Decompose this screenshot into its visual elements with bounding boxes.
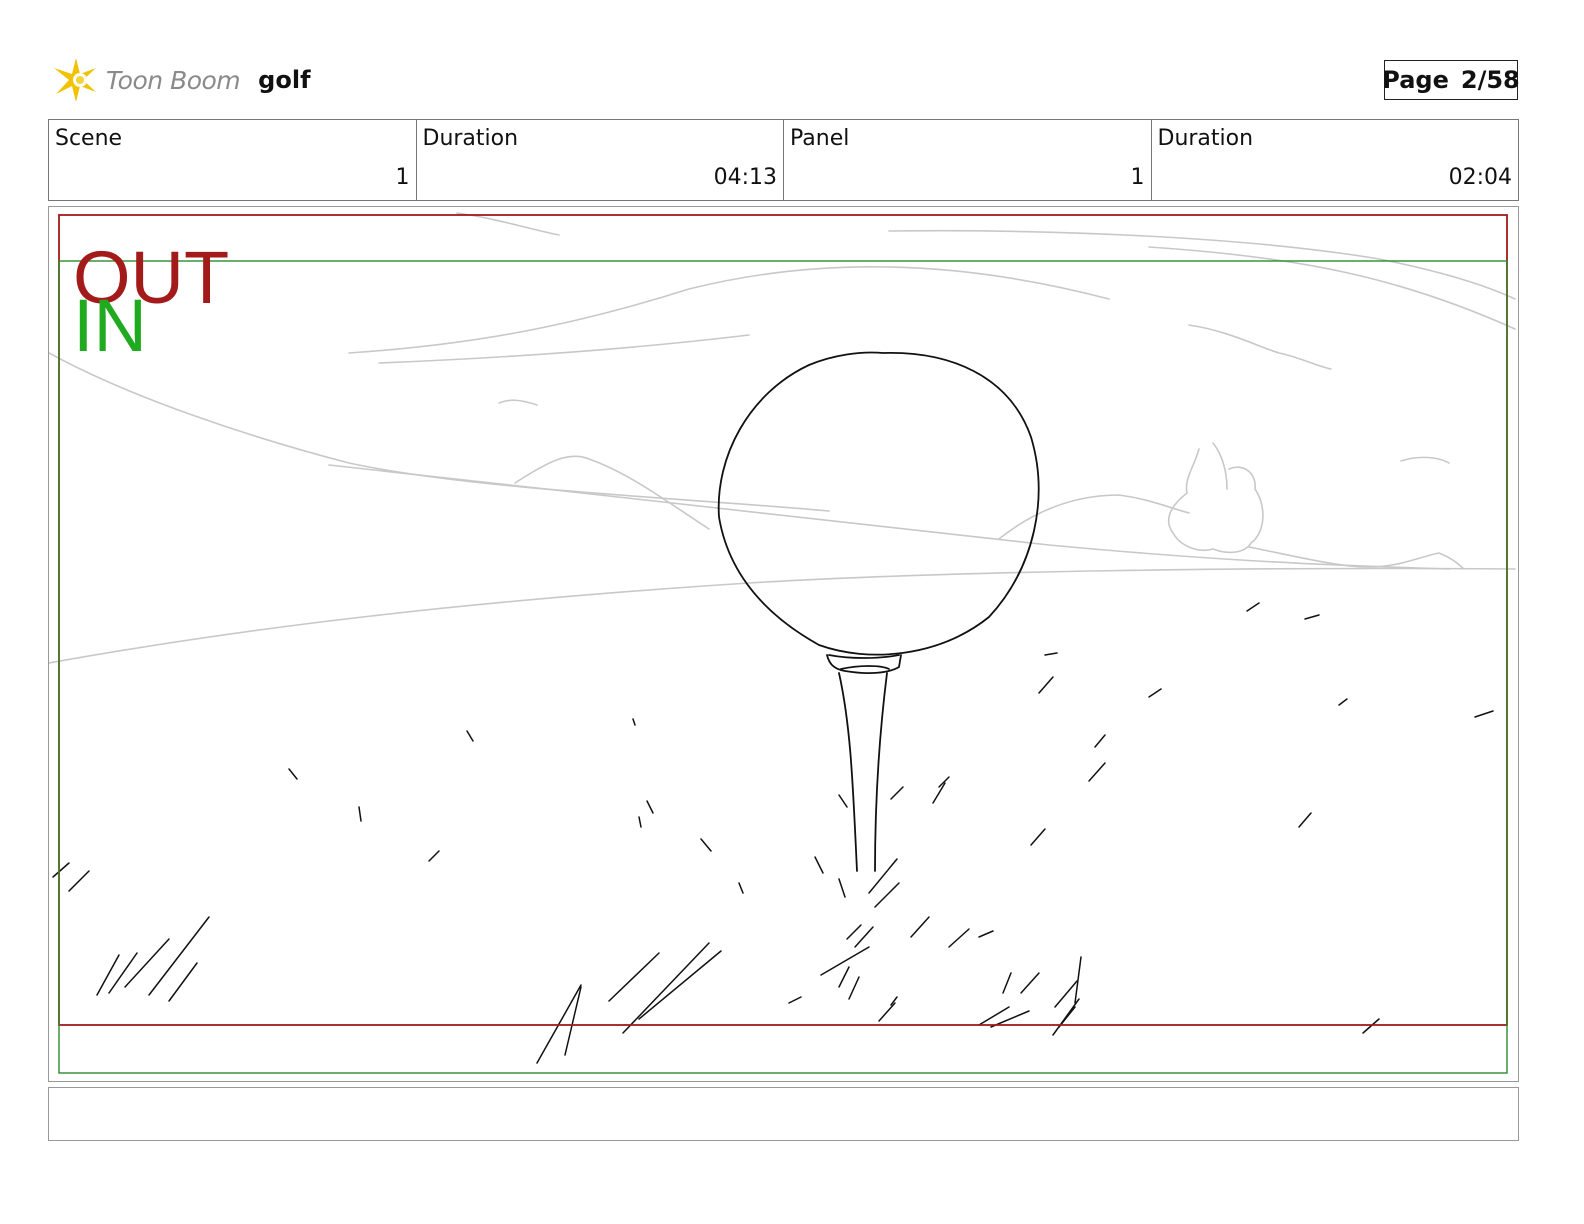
golf-ball-and-tee (717, 351, 1040, 872)
scene-label: Scene (55, 126, 123, 151)
panel-duration-value: 02:04 (1448, 165, 1512, 190)
background-sketch (49, 212, 1516, 664)
sunburst-icon (54, 58, 96, 102)
project-title: golf (258, 66, 311, 94)
scene-duration-value: 04:13 (713, 165, 777, 190)
toon-boom-logo: Toon Boom golf (50, 52, 311, 108)
panel-cell: Panel 1 (784, 120, 1152, 200)
scene-duration-label: Duration (422, 126, 519, 151)
panel-drawing: OUT IN (49, 212, 1516, 1074)
panel-value: 1 (1130, 165, 1145, 190)
panel-label: Panel (790, 126, 850, 151)
scene-cell: Scene 1 (49, 120, 417, 200)
page-number: 2/58 (1460, 66, 1520, 94)
brand-name: Toon Boom (106, 65, 241, 95)
storyboard-panel: OUT IN (48, 206, 1519, 1082)
scene-duration-cell: Duration 04:13 (417, 120, 784, 200)
panel-notes-box (48, 1087, 1519, 1141)
panel-duration-label: Duration (1157, 126, 1254, 151)
scene-value: 1 (395, 165, 410, 190)
in-frame (58, 260, 1508, 1074)
panel-duration-cell: Duration 02:04 (1152, 120, 1519, 200)
grass-sketch (52, 602, 1494, 1064)
page-label: Page (1382, 66, 1449, 94)
panel-info-table: Scene 1 Duration 04:13 Panel 1 Duration … (48, 119, 1519, 201)
in-label: IN (73, 284, 147, 367)
page-indicator: Page 2/58 (1382, 60, 1520, 100)
